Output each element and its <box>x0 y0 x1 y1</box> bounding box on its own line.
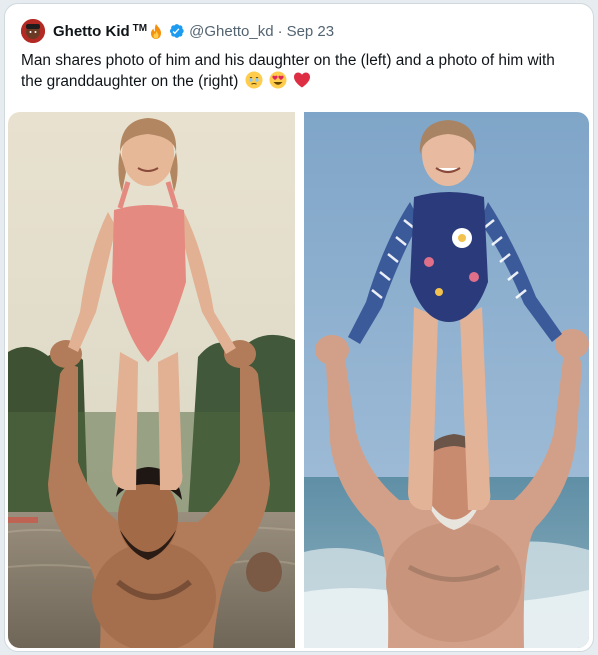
trademark-symbol: TM <box>132 22 148 34</box>
author-handle[interactable]: @Ghetto_kd <box>189 23 273 40</box>
verified-badge-icon <box>167 22 185 40</box>
separator-dot: · <box>277 22 283 40</box>
tweet-media[interactable] <box>8 112 589 648</box>
fire-icon <box>148 23 164 40</box>
photo-father-and-daughter[interactable] <box>8 112 295 648</box>
tweet-date[interactable]: Sep 23 <box>287 23 335 40</box>
tweet-text: Man shares photo of him and his daughter… <box>21 50 577 92</box>
heart-eyes-emoji <box>269 71 287 89</box>
photo-grandfather-and-granddaughter[interactable] <box>304 112 589 648</box>
tweet-text-content: Man shares photo of him and his daughter… <box>21 52 555 90</box>
tweet-header: Ghetto Kid TM @Ghetto_kd · Sep 23 <box>21 17 334 45</box>
tweet-card[interactable]: Ghetto Kid TM @Ghetto_kd · Sep 23 Man sh… <box>4 3 594 652</box>
face-holding-back-tears-emoji <box>245 71 263 89</box>
author-name[interactable]: Ghetto Kid <box>53 23 130 40</box>
media-divider <box>295 112 304 648</box>
avatar[interactable] <box>21 19 45 43</box>
red-heart-emoji <box>293 71 311 89</box>
